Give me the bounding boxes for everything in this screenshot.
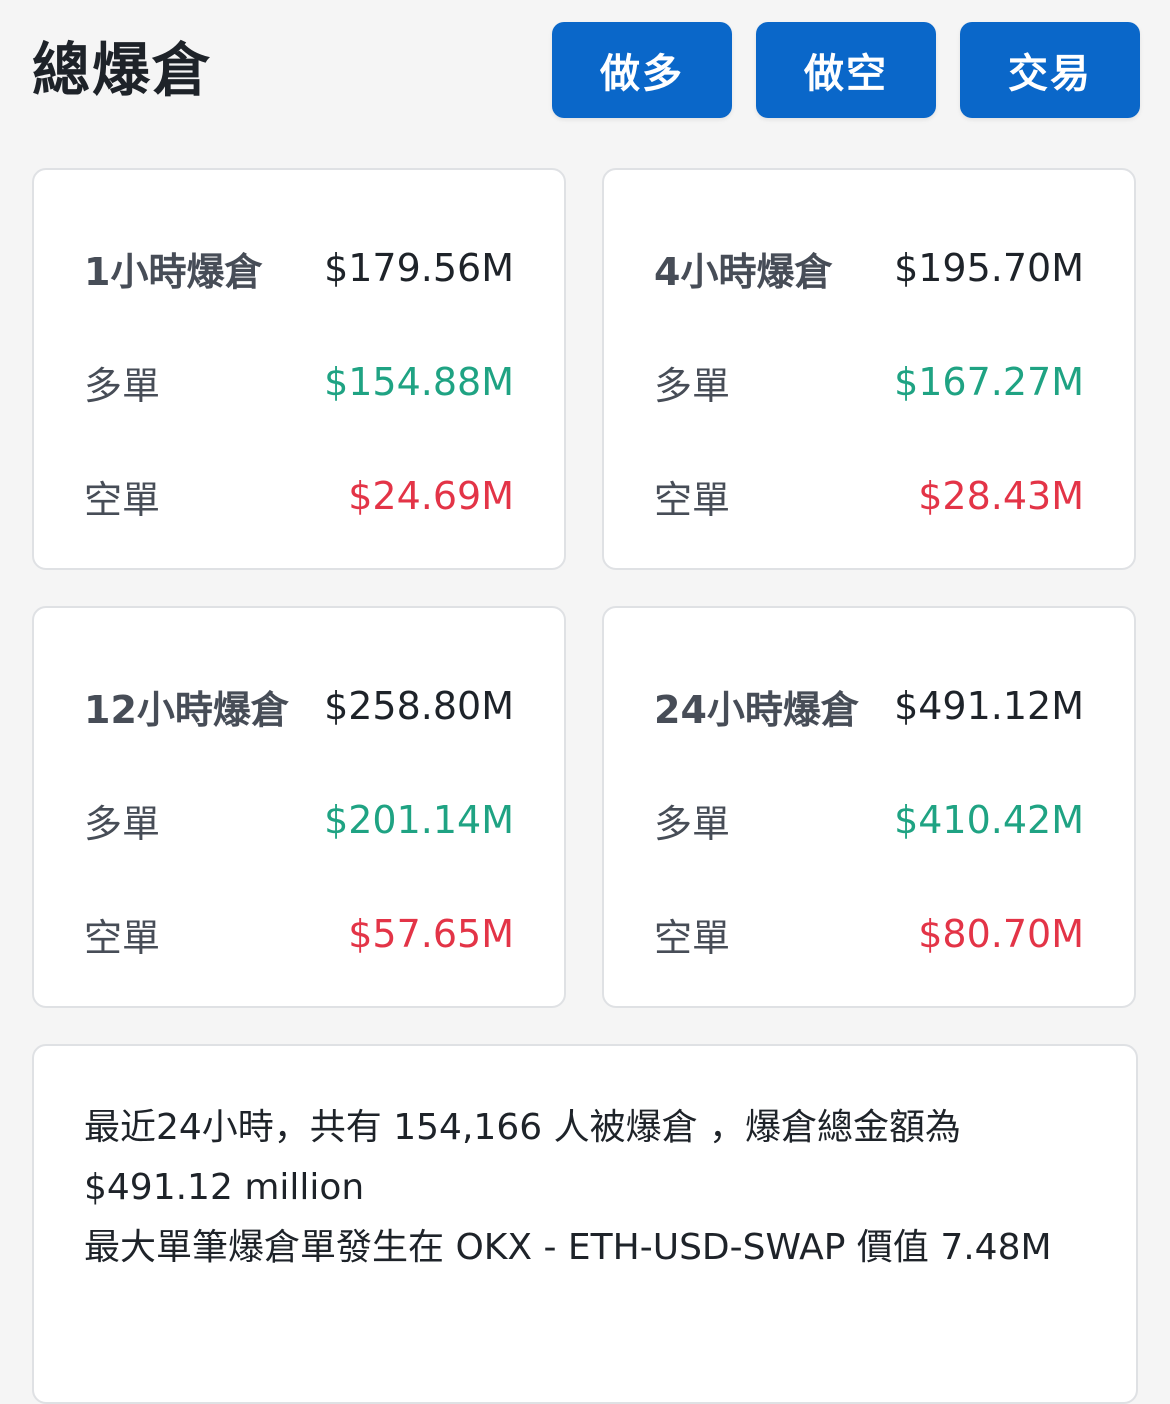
summary-line-liquidations: 最近24小時，共有 154,166 人被爆倉 ，爆倉總金額為 $491.12 m… [84,1107,962,1208]
long-row: 多單 $167.27M [654,352,1084,412]
period-label: 24小時爆倉 [654,687,859,732]
long-value: $410.42M [894,798,1084,842]
long-button[interactable]: 做多 [552,22,732,118]
short-label: 空單 [654,915,731,960]
short-label: 空單 [84,477,161,522]
liquidation-card-24h: 24小時爆倉 $491.12M 多單 $410.42M 空單 $80.70M [602,606,1136,1008]
total-row: 1小時爆倉 $179.56M [84,238,514,298]
summary-text: 最近24小時，共有 154,166 人被爆倉 ，爆倉總金額為 $491.12 m… [84,1098,1074,1278]
period-label: 12小時爆倉 [84,687,289,732]
total-value: $491.12M [894,684,1084,728]
long-value: $154.88M [324,360,514,404]
long-value: $167.27M [894,360,1084,404]
short-label: 空單 [654,477,731,522]
short-label: 空單 [84,915,161,960]
short-button[interactable]: 做空 [756,22,936,118]
liquidation-card-4h: 4小時爆倉 $195.70M 多單 $167.27M 空單 $28.43M [602,168,1136,570]
summary-card: 最近24小時，共有 154,166 人被爆倉 ，爆倉總金額為 $491.12 m… [32,1044,1138,1404]
trade-button[interactable]: 交易 [960,22,1140,118]
long-label: 多單 [84,363,161,408]
summary-line-largest-order: 最大單筆爆倉單發生在 OKX - ETH-USD-SWAP 價值 7.48M [84,1227,1052,1268]
short-value: $24.69M [348,474,514,518]
header: 總爆倉 做多 做空 交易 [0,0,1170,140]
long-row: 多單 $410.42M [654,790,1084,850]
long-label: 多單 [84,801,161,846]
short-value: $57.65M [348,912,514,956]
total-row: 12小時爆倉 $258.80M [84,676,514,736]
page-title: 總爆倉 [32,36,213,104]
long-label: 多單 [654,801,731,846]
short-value: $28.43M [918,474,1084,518]
total-value: $179.56M [324,246,514,290]
total-value: $258.80M [324,684,514,728]
short-value: $80.70M [918,912,1084,956]
period-label: 1小時爆倉 [84,249,263,294]
total-row: 4小時爆倉 $195.70M [654,238,1084,298]
short-row: 空單 $57.65M [84,904,514,964]
long-row: 多單 $154.88M [84,352,514,412]
total-value: $195.70M [894,246,1084,290]
long-row: 多單 $201.14M [84,790,514,850]
short-row: 空單 $80.70M [654,904,1084,964]
long-value: $201.14M [324,798,514,842]
short-row: 空單 $28.43M [654,466,1084,526]
liquidation-card-1h: 1小時爆倉 $179.56M 多單 $154.88M 空單 $24.69M [32,168,566,570]
period-label: 4小時爆倉 [654,249,833,294]
total-row: 24小時爆倉 $491.12M [654,676,1084,736]
long-label: 多單 [654,363,731,408]
liquidation-card-12h: 12小時爆倉 $258.80M 多單 $201.14M 空單 $57.65M [32,606,566,1008]
short-row: 空單 $24.69M [84,466,514,526]
